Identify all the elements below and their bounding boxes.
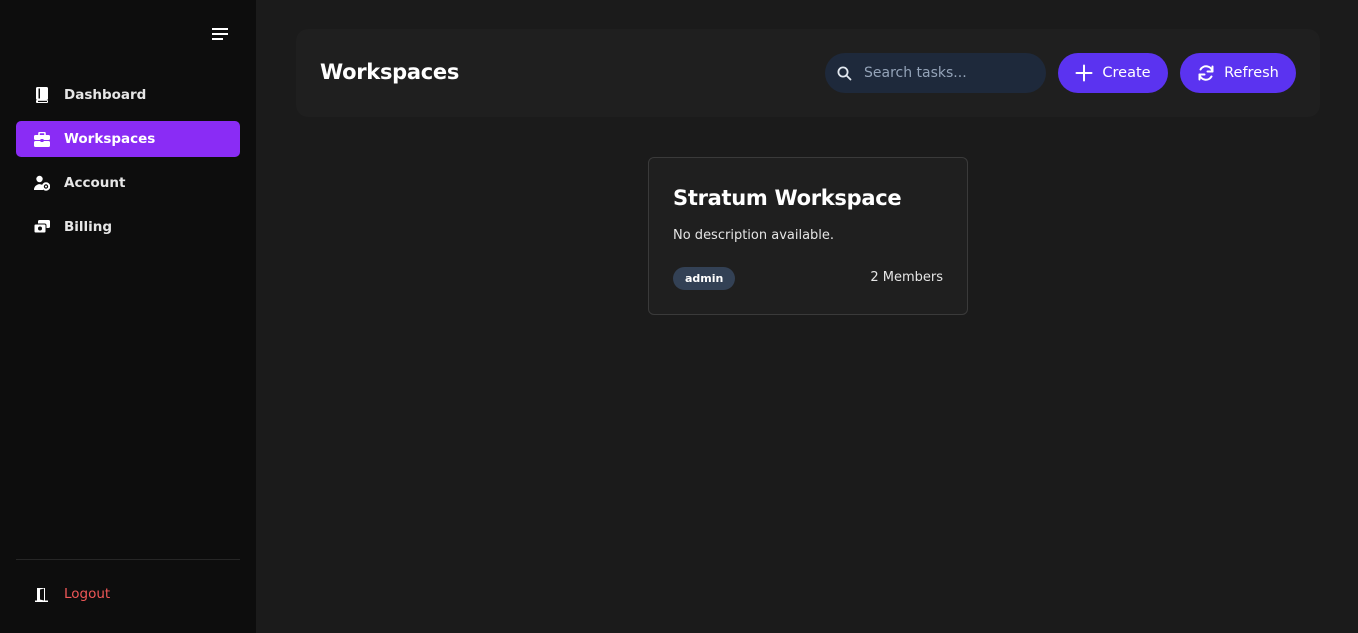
page-title: Workspaces [320,60,460,84]
sidebar-item-billing[interactable]: Billing [16,209,240,245]
sidebar-nav: Dashboard Workspaces Account Billing [16,77,240,253]
refresh-label: Refresh [1224,65,1279,81]
book-icon [34,87,50,103]
sidebar-item-label: Account [64,175,126,191]
member-count: 2 Members [870,270,943,285]
money-bill-icon [34,219,50,235]
search-icon [837,66,852,81]
sidebar-item-workspaces[interactable]: Workspaces [16,121,240,157]
create-button[interactable]: Create [1058,53,1168,93]
workspace-name: Stratum Workspace [673,186,902,210]
logout-button[interactable]: Logout [34,583,110,605]
sidebar-divider [16,559,240,560]
hamburger-menu-icon[interactable] [208,24,232,44]
sidebar-item-account[interactable]: Account [16,165,240,201]
workspace-description: No description available. [673,228,835,243]
sidebar-item-dashboard[interactable]: Dashboard [16,77,240,113]
sidebar-item-label: Workspaces [64,131,156,147]
door-exit-icon [34,586,50,602]
plus-icon [1075,64,1093,82]
search-input[interactable] [864,65,1034,81]
user-gear-icon [34,175,50,191]
page-header: Workspaces Create [296,29,1320,117]
search-box[interactable] [825,53,1046,93]
refresh-button[interactable]: Refresh [1180,53,1296,93]
role-badge: admin [673,267,736,290]
workspace-card[interactable]: Stratum Workspace No description availab… [648,157,968,315]
create-label: Create [1102,65,1151,81]
refresh-icon [1197,64,1215,82]
sidebar-item-label: Billing [64,219,113,235]
logout-label: Logout [64,586,111,602]
sidebar-item-label: Dashboard [64,87,147,103]
app-root: Dashboard Workspaces Account Billing Log… [0,0,1358,633]
briefcase-icon [34,131,50,147]
sidebar: Dashboard Workspaces Account Billing Log… [0,0,256,633]
